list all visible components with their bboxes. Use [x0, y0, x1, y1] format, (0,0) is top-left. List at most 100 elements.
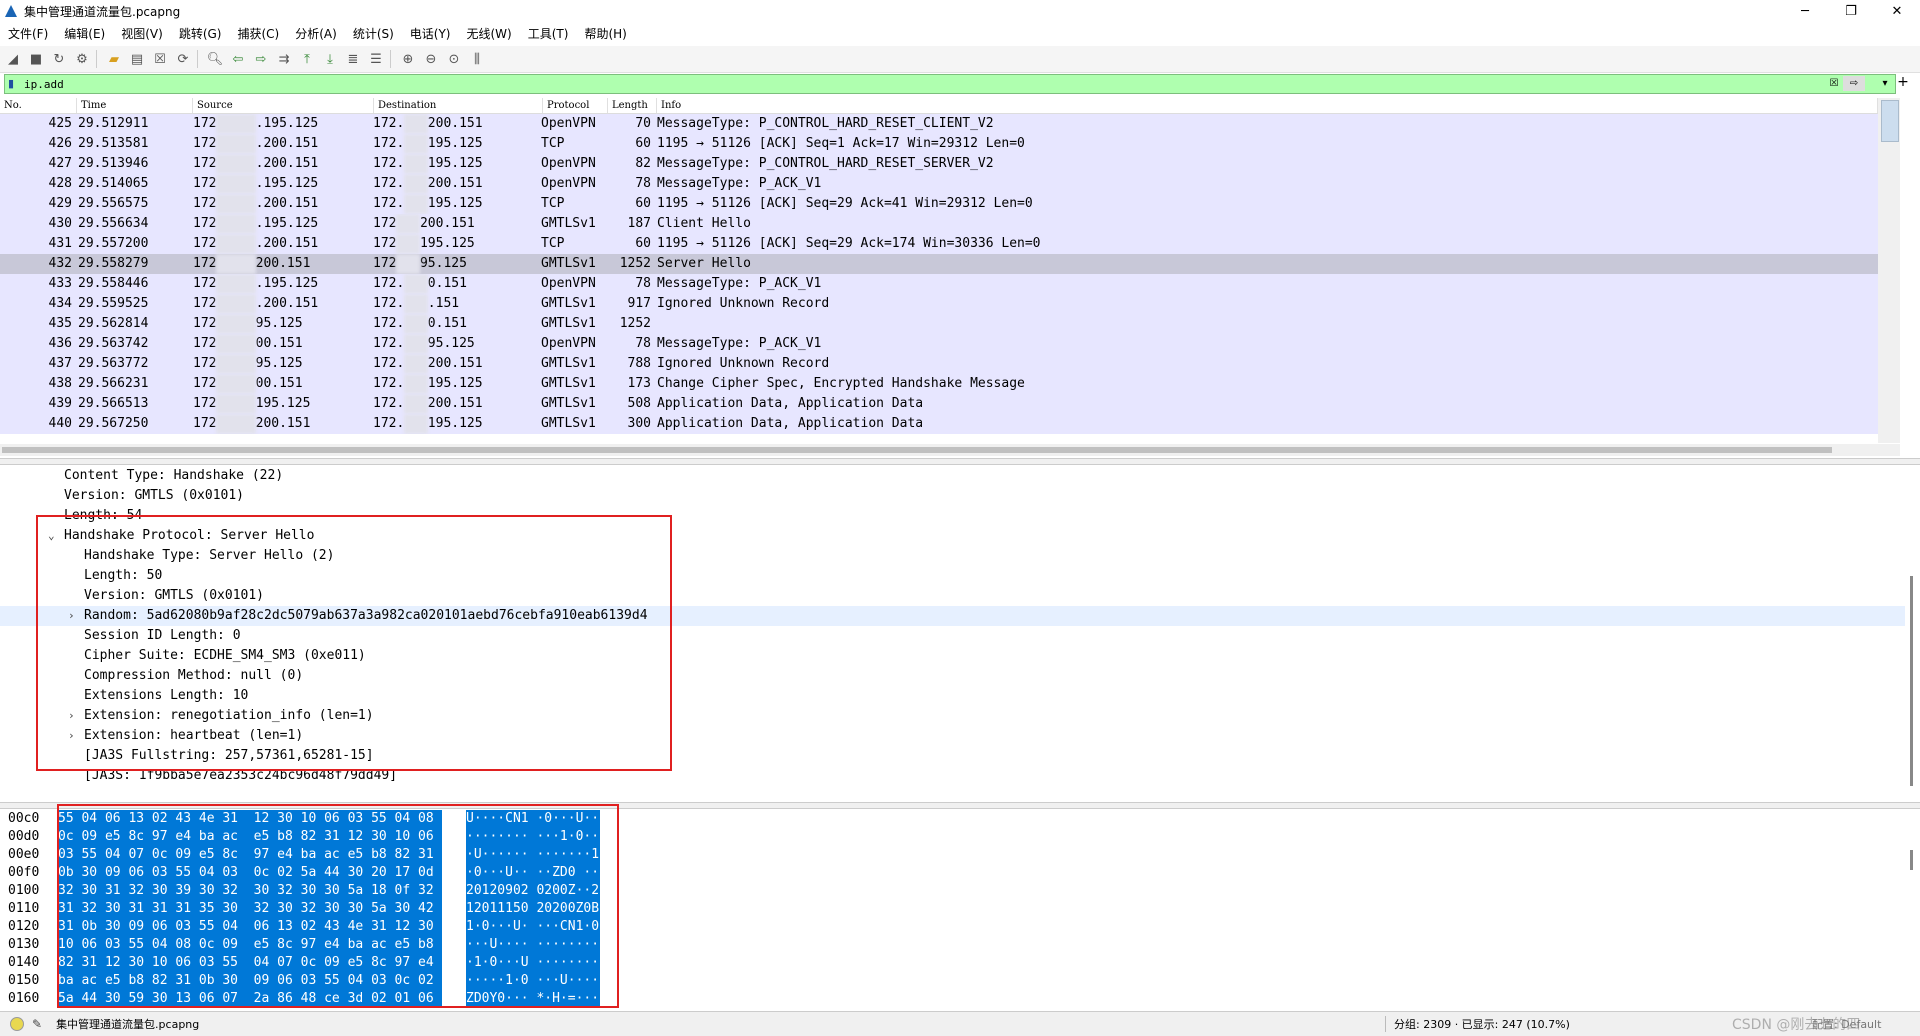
packet-time: 29.563772: [78, 356, 149, 371]
reload-file-icon[interactable]: ⟳: [173, 49, 193, 69]
close-file-icon[interactable]: ☒: [150, 49, 170, 69]
go-to-packet-icon[interactable]: ⇉: [274, 49, 294, 69]
packet-row[interactable]: 43729.563772172xxxxx95.125172.xxx200.151…: [0, 354, 1878, 374]
display-filter-input[interactable]: [20, 76, 1728, 92]
find-packet-icon[interactable]: 🔍︎: [205, 49, 225, 69]
byte-offset: 0130: [8, 937, 40, 952]
detail-row[interactable]: Content Type: Handshake (22): [0, 466, 1905, 486]
details-scrollbar[interactable]: [1905, 466, 1920, 802]
destination-suffix: 200.151: [427, 116, 483, 131]
menu-wireless[interactable]: 无线(W): [459, 25, 520, 42]
expert-info-icon[interactable]: [10, 1017, 24, 1031]
packet-row[interactable]: 42729.513946172xxxxx.200.151172.xxx195.1…: [0, 154, 1878, 174]
packet-list-scrollbar[interactable]: [1878, 98, 1900, 443]
menu-statistics[interactable]: 统计(S): [345, 25, 402, 42]
menu-tools[interactable]: 工具(T): [520, 25, 577, 42]
resize-columns-icon[interactable]: ⫼: [467, 49, 487, 69]
packet-no: 430: [48, 216, 72, 231]
menu-file[interactable]: 文件(F): [0, 25, 56, 42]
packet-time: 29.558446: [78, 276, 149, 291]
packet-row[interactable]: 44029.567250172xxxxx200.151172.xxx195.12…: [0, 414, 1878, 434]
col-header-length[interactable]: Length: [608, 98, 657, 113]
redacted-mask: xxx: [404, 154, 428, 174]
packet-row[interactable]: 43229.558279172xxxxx200.151172xxx95.125G…: [0, 254, 1878, 274]
title-bar: 集中管理通道流量包.pcapng ─ ❐ ✕: [0, 0, 1920, 22]
packet-destination: 172.xxx195.125: [373, 374, 541, 394]
menu-go[interactable]: 跳转(G): [171, 25, 230, 42]
redacted-mask: xxx: [404, 354, 428, 374]
detail-row[interactable]: Version: GMTLS (0x0101): [0, 486, 1905, 506]
restart-capture-icon[interactable]: ↻: [49, 49, 69, 69]
packet-row[interactable]: 43029.556634172xxxxx.195.125172xxx200.15…: [0, 214, 1878, 234]
bytes-scrollbar[interactable]: [1905, 810, 1920, 1006]
redacted-mask: xxxxx: [216, 274, 256, 294]
redacted-mask: xxxxx: [216, 214, 256, 234]
packet-row[interactable]: 43929.566513172xxxxx195.125172.xxx200.15…: [0, 394, 1878, 414]
zoom-in-icon[interactable]: ⊕: [398, 49, 418, 69]
packet-row[interactable]: 42529.512911172xxxxx.195.125172.xxx200.1…: [0, 114, 1878, 134]
apply-filter-icon[interactable]: ⇨: [1843, 76, 1865, 91]
source-prefix: 172: [193, 196, 217, 211]
redacted-mask: xxx: [404, 274, 428, 294]
chevron-down-icon[interactable]: ▾: [1879, 76, 1891, 91]
add-filter-button[interactable]: +: [1893, 74, 1913, 92]
go-back-icon[interactable]: ⇦: [228, 49, 248, 69]
menu-capture[interactable]: 捕获(C): [229, 25, 287, 42]
col-header-protocol[interactable]: Protocol: [543, 98, 608, 113]
redacted-mask: xxx: [404, 294, 428, 314]
destination-suffix: 0.151: [427, 276, 467, 291]
menu-view[interactable]: 视图(V): [113, 25, 171, 42]
packet-row[interactable]: 43629.563742172xxxxx00.151172.xxx95.125O…: [0, 334, 1878, 354]
packet-row[interactable]: 43829.566231172xxxxx00.151172.xxx195.125…: [0, 374, 1878, 394]
col-header-source[interactable]: Source: [193, 98, 374, 113]
zoom-out-icon[interactable]: ⊖: [421, 49, 441, 69]
menu-analyze[interactable]: 分析(A): [287, 25, 345, 42]
edit-comment-icon[interactable]: ✎: [32, 1017, 42, 1031]
destination-suffix: 195.125: [427, 136, 483, 151]
start-capture-icon[interactable]: ◢: [3, 49, 23, 69]
go-forward-icon[interactable]: ⇨: [251, 49, 271, 69]
bookmark-icon[interactable]: ▮: [8, 77, 20, 91]
stop-capture-icon[interactable]: ■: [26, 49, 46, 69]
col-header-info[interactable]: Info: [657, 98, 1878, 113]
autoscroll-icon[interactable]: ≣: [343, 49, 363, 69]
menu-edit[interactable]: 编辑(E): [56, 25, 113, 42]
packet-row[interactable]: 42929.556575172xxxxx.200.151172.xxx195.1…: [0, 194, 1878, 214]
open-file-icon[interactable]: ▰: [104, 49, 124, 69]
close-button[interactable]: ✕: [1874, 0, 1920, 22]
menu-telephony[interactable]: 电话(Y): [402, 25, 459, 42]
source-prefix: 172: [193, 156, 217, 171]
source-prefix: 172: [193, 376, 217, 391]
maximize-button[interactable]: ❐: [1828, 0, 1874, 22]
col-header-no[interactable]: No.: [0, 98, 77, 113]
first-packet-icon[interactable]: ⤒: [297, 49, 317, 69]
last-packet-icon[interactable]: ⤓: [320, 49, 340, 69]
save-file-icon[interactable]: ▤: [127, 49, 147, 69]
packet-destination: 172xxx200.151: [373, 214, 541, 234]
packet-protocol: GMTLSv1: [541, 216, 596, 231]
packet-row[interactable]: 43329.558446172xxxxx.195.125172.xxx0.151…: [0, 274, 1878, 294]
packet-info: 1195 → 51126 [ACK] Seq=29 Ack=174 Win=30…: [657, 236, 1041, 251]
colorize-icon[interactable]: ☰: [366, 49, 386, 69]
destination-suffix: 95.125: [419, 256, 467, 271]
capture-options-icon[interactable]: ⚙: [72, 49, 92, 69]
packet-row[interactable]: 43129.557200172xxxxx.200.151172xxx195.12…: [0, 234, 1878, 254]
pane-splitter[interactable]: [0, 458, 1920, 465]
packet-row[interactable]: 43529.562814172xxxxx95.125172.xxx0.151GM…: [0, 314, 1878, 334]
col-header-destination[interactable]: Destination: [374, 98, 543, 113]
packet-source: 172xxxxx.200.151: [193, 194, 373, 214]
packet-length: 187: [627, 216, 651, 231]
window-title: 集中管理通道流量包.pcapng: [24, 4, 181, 19]
col-header-time[interactable]: Time: [77, 98, 193, 113]
packet-list-hscrollbar[interactable]: [0, 444, 1900, 456]
destination-suffix: 200.151: [427, 396, 483, 411]
packet-row[interactable]: 43429.559525172xxxxx.200.151172.xxx.151G…: [0, 294, 1878, 314]
clear-filter-icon[interactable]: ☒: [1827, 76, 1841, 91]
packet-length: 82: [635, 156, 651, 171]
menu-help[interactable]: 帮助(H): [576, 25, 634, 42]
zoom-normal-icon[interactable]: ⊙: [444, 49, 464, 69]
packet-info: 1195 → 51126 [ACK] Seq=1 Ack=17 Win=2931…: [657, 136, 1025, 151]
packet-row[interactable]: 42829.514065172xxxxx.195.125172.xxx200.1…: [0, 174, 1878, 194]
packet-row[interactable]: 42629.513581172xxxxx.200.151172.xxx195.1…: [0, 134, 1878, 154]
minimize-button[interactable]: ─: [1782, 0, 1828, 22]
